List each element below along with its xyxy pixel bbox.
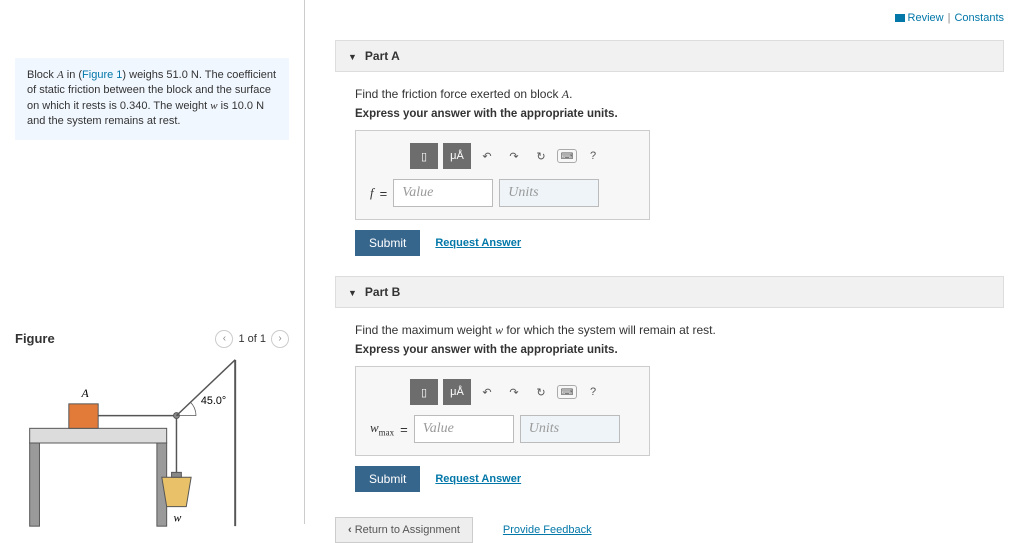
figure-link[interactable]: Figure 1 [82, 69, 122, 81]
help-button[interactable]: ? [582, 143, 604, 169]
block-A-label: A [57, 69, 64, 81]
keyboard-button[interactable]: ⌨ [557, 149, 577, 163]
part-b-instruction: Express your answer with the appropriate… [355, 344, 984, 356]
constants-link[interactable]: Constants [954, 12, 1004, 24]
weight-w-label: w [210, 100, 217, 112]
part-b-input-panel: ▯ μÅ ↶ ↷ ↻ ⌨ ? wmax = Value Units [355, 366, 650, 456]
redo-button[interactable]: ↷ [503, 379, 525, 405]
review-link[interactable]: Review [908, 12, 944, 24]
help-button[interactable]: ? [582, 379, 604, 405]
figure-title: Figure [15, 331, 55, 346]
figure-pager: ‹ 1 of 1 › [215, 330, 289, 348]
templates-button[interactable]: ▯ [410, 143, 438, 169]
part-b-value-input[interactable]: Value [414, 415, 514, 443]
part-a-toolbar: ▯ μÅ ↶ ↷ ↻ ⌨ ? [370, 143, 635, 169]
part-a-title: Part A [365, 49, 400, 63]
part-b-submit-button[interactable]: Submit [355, 466, 420, 492]
undo-button[interactable]: ↶ [476, 143, 498, 169]
templates-button[interactable]: ▯ [410, 379, 438, 405]
next-figure-button[interactable]: › [271, 330, 289, 348]
redo-button[interactable]: ↷ [503, 143, 525, 169]
svg-text:w: w [174, 511, 182, 524]
review-icon [895, 14, 905, 22]
part-a-question: Find the friction force exerted on block… [355, 87, 984, 102]
part-b-toolbar: ▯ μÅ ↶ ↷ ↻ ⌨ ? [370, 379, 635, 405]
figure-diagram: A 45.0° w [15, 358, 289, 528]
symbols-button[interactable]: μÅ [443, 379, 471, 405]
part-b-title: Part B [365, 285, 400, 299]
svg-text:45.0°: 45.0° [201, 394, 226, 406]
equals-sign: = [380, 186, 388, 201]
return-to-assignment-button[interactable]: Return to Assignment [335, 517, 473, 543]
part-a-instruction: Express your answer with the appropriate… [355, 108, 984, 120]
equals-sign: = [400, 422, 408, 437]
prev-figure-button[interactable]: ‹ [215, 330, 233, 348]
part-b-question: Find the maximum weight w for which the … [355, 323, 984, 338]
part-a-value-input[interactable]: Value [393, 179, 493, 207]
part-a-variable: f [370, 185, 374, 201]
part-a-header[interactable]: Part A [335, 40, 1004, 72]
top-links: Review|Constants [895, 12, 1004, 24]
part-a-input-panel: ▯ μÅ ↶ ↷ ↻ ⌨ ? f = Value Units [355, 130, 650, 220]
prompt-text: in ( [64, 69, 82, 81]
part-b-units-input[interactable]: Units [520, 415, 620, 443]
part-b-header[interactable]: Part B [335, 276, 1004, 308]
keyboard-button[interactable]: ⌨ [557, 385, 577, 399]
part-a-submit-button[interactable]: Submit [355, 230, 420, 256]
part-a-units-input[interactable]: Units [499, 179, 599, 207]
part-b-variable: wmax [370, 420, 394, 438]
part-b-request-answer-link[interactable]: Request Answer [435, 473, 521, 485]
part-a-request-answer-link[interactable]: Request Answer [435, 237, 521, 249]
problem-prompt: Block A in (Figure 1) weighs 51.0 N. The… [15, 58, 289, 140]
reset-button[interactable]: ↻ [530, 379, 552, 405]
undo-button[interactable]: ↶ [476, 379, 498, 405]
reset-button[interactable]: ↻ [530, 143, 552, 169]
prompt-text: Block [27, 69, 57, 81]
svg-text:A: A [81, 387, 90, 400]
provide-feedback-link[interactable]: Provide Feedback [503, 524, 592, 536]
pager-label: 1 of 1 [238, 333, 266, 345]
symbols-button[interactable]: μÅ [443, 143, 471, 169]
